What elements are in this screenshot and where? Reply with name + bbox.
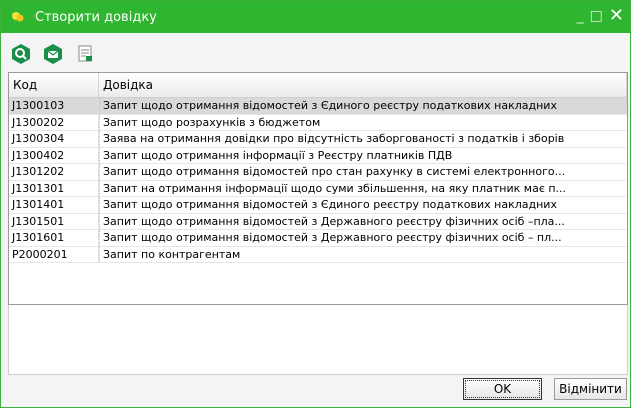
table-empty-area (8, 305, 628, 375)
maximize-icon[interactable]: □ (590, 7, 603, 25)
close-icon[interactable]: ✕ (609, 7, 624, 25)
table-row[interactable]: J1301202 Запит щодо отримання відомостей … (9, 164, 627, 181)
document-icon (78, 45, 92, 62)
table-row[interactable]: J1300202 Запит щодо розрахунків з бюджето… (9, 114, 627, 131)
row-name-cell: Запит щодо отримання інформації з Реєстр… (99, 147, 627, 163)
app-logo-icon (11, 10, 25, 24)
table-row[interactable]: J1300103 Запит щодо отримання відомостей … (9, 98, 627, 115)
row-name-cell: Запит щодо отримання відомостей з Єдиног… (99, 197, 627, 213)
row-code-cell: J1301401 (9, 197, 99, 213)
table-row[interactable]: J1301601 Запит щодо отримання відомостей … (9, 230, 627, 247)
row-code-cell: J1300202 (9, 114, 99, 130)
table-header: Код Довідка (9, 73, 627, 98)
row-code-cell: J1301301 (9, 180, 99, 196)
toolbar (9, 41, 97, 67)
row-code-cell: J1301202 (9, 164, 99, 180)
row-name-cell: Запит щодо отримання відомостей з Держав… (99, 230, 627, 246)
document-button[interactable] (73, 42, 97, 66)
row-code-cell: J1300103 (9, 98, 99, 114)
column-header-code[interactable]: Код (9, 73, 99, 97)
mail-badge-icon (44, 44, 62, 64)
row-name-cell: Заява на отримання довідки про відсутніс… (99, 131, 627, 147)
table-row[interactable]: J1300402 Запит щодо отримання інформації … (9, 147, 627, 164)
ok-button[interactable]: OK (463, 378, 542, 400)
row-name-cell: Запит щодо розрахунків з бюджетом (99, 114, 627, 130)
row-name-cell: Запит щодо отримання відомостей про стан… (99, 164, 627, 180)
minimize-icon[interactable]: _ (577, 7, 584, 25)
row-code-cell: P2000201 (9, 246, 99, 262)
table-row[interactable]: J1301401 Запит щодо отримання відомостей … (9, 197, 627, 214)
search-request-button[interactable] (9, 42, 33, 66)
column-header-name[interactable]: Довідка (99, 73, 627, 97)
row-name-cell: Запит на отримання інформації щодо суми … (99, 180, 627, 196)
search-badge-icon (12, 44, 30, 64)
row-name-cell: Запит щодо отримання відомостей з Єдиног… (99, 98, 627, 114)
create-certificate-dialog: Створити довідку _ □ ✕ Код Довідка J1300… (0, 0, 631, 408)
row-code-cell: J1301601 (9, 230, 99, 246)
row-code-cell: J1300304 (9, 131, 99, 147)
window-title: Створити довідку (35, 9, 157, 25)
title-bar[interactable]: Створити довідку _ □ ✕ (1, 1, 630, 33)
table-row[interactable]: J1301301 Запит на отримання інформації що… (9, 180, 627, 197)
row-code-cell: J1301501 (9, 213, 99, 229)
row-name-cell: Запит по контрагентам (99, 246, 627, 262)
mail-request-button[interactable] (41, 42, 65, 66)
cancel-button[interactable]: Відмінити (554, 378, 627, 400)
table-row[interactable]: P2000201 Запит по контрагентам (9, 246, 627, 263)
row-name-cell: Запит щодо отримання відомостей з Держав… (99, 213, 627, 229)
table-row[interactable]: J1301501 Запит щодо отримання відомостей … (9, 213, 627, 230)
row-code-cell: J1300402 (9, 147, 99, 163)
certificates-table: Код Довідка J1300103 Запит щодо отримання… (8, 72, 628, 305)
table-row[interactable]: J1300304 Заява на отримання довідки про в… (9, 131, 627, 148)
